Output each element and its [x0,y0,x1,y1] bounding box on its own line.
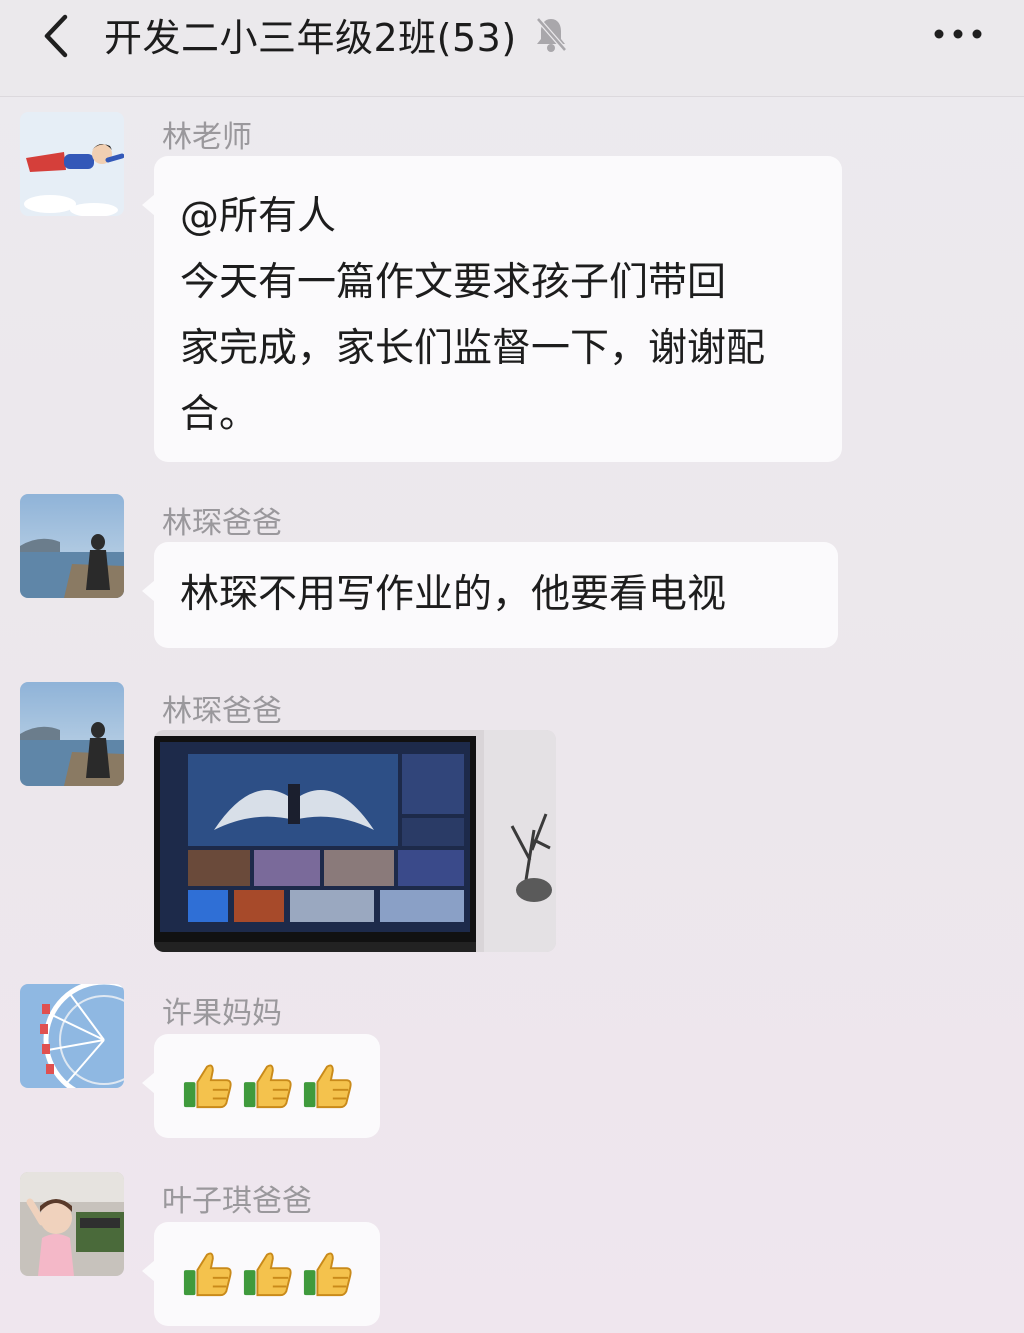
back-button[interactable] [26,6,86,66]
message-bubble[interactable] [142,1222,380,1326]
message-text-line: 今天有一篇作文要求孩子们带回 [180,260,727,305]
sender-name: 林琛爸爸 [162,506,282,541]
thumbs-up-icon [183,1064,232,1109]
bell-off-icon [531,14,571,54]
avatar[interactable] [20,112,124,216]
sender-name: 叶子琪爸爸 [162,1184,312,1219]
message-bubble[interactable] [142,1034,380,1138]
avatar[interactable] [20,494,124,598]
message-item: 林老师 @所有人 今天有一篇作文要求孩子们带回 家完成，家长们监督一下，谢谢配 … [0,108,1024,468]
message-item: 叶子琪爸爸 [0,1172,1024,1333]
chat-header: 开发二小三年级2班(53) [0,0,1024,97]
thumbs-up-icon [183,1252,232,1297]
chevron-left-icon [44,14,68,58]
more-options-button[interactable] [928,10,988,58]
message-bubble[interactable]: 林琛不用写作业的，他要看电视 [142,542,838,648]
chat-title: 开发二小三年级2班(53) [104,15,517,60]
chat-screen: 开发二小三年级2班(53) 林老师 @所有人 今天有一篇作文要求孩子们带回 家完… [0,0,1024,1333]
avatar[interactable] [20,682,124,786]
message-text-line: @所有人 [180,194,337,239]
message-item: 林琛爸爸 林琛不用写作业的，他要看电视 [0,494,1024,664]
message-bubble[interactable]: @所有人 今天有一篇作文要求孩子们带回 家完成，家长们监督一下，谢谢配 合。 [142,156,842,462]
thumbs-up-icon [243,1252,292,1297]
more-dots-icon [934,29,982,39]
avatar[interactable] [20,984,124,1088]
thumbs-up-icon [303,1252,352,1297]
thumbs-up-icon [303,1064,352,1109]
message-item: 林琛爸爸 [0,682,1024,957]
thumbs-up-icon [243,1064,292,1109]
message-item: 许果妈妈 [0,984,1024,1154]
image-message[interactable] [154,730,556,952]
message-text-line: 合。 [180,392,259,437]
sender-name: 林琛爸爸 [162,694,282,729]
message-text-line: 家完成，家长们监督一下，谢谢配 [180,326,766,371]
sender-name: 林老师 [162,120,252,155]
message-text-line: 林琛不用写作业的，他要看电视 [180,572,727,617]
sender-name: 许果妈妈 [162,996,282,1031]
avatar[interactable] [20,1172,124,1276]
